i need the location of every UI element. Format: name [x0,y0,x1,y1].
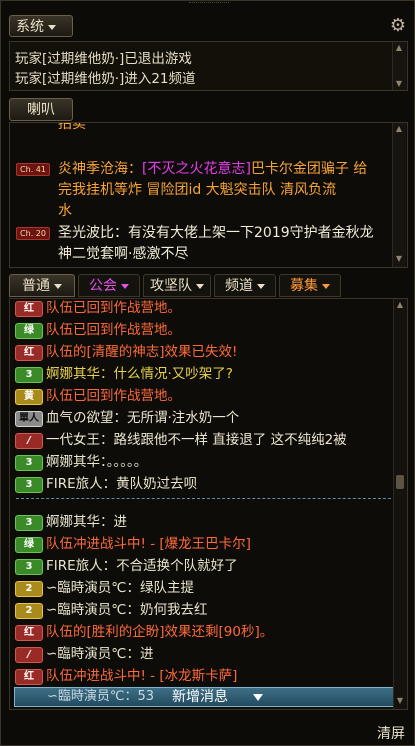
chat-row: 红队伍的[胜利的企盼]效果还剩[90秒]。 [15,623,273,642]
chat-row: 3 FIRE旅人：黄队奶过去呗 [15,475,197,494]
chevron-down-icon [322,283,330,289]
horn-message: 炎神季沧海：[不灭之火花意志]巴卡尔金团骗子 给 [58,161,368,177]
horn-scrollbar[interactable]: ▲ ▼ [392,123,406,267]
tab-normal[interactable]: 普通 [9,274,75,297]
team-badge: 红 [15,625,43,641]
horn-message-box: 拍卖 Ch. 41 炎神季沧海：[不灭之火花意志]巴卡尔金团骗子 给 完我挂机等… [9,122,408,268]
system-tab-label: 系统 [16,19,44,35]
team-badge: 红 [15,345,43,361]
chat-tabbar: 普通 公会 攻坚队 频道 募集 [9,274,408,298]
horn-message-cont: 完我挂机等炸 冒险团id 大魁突击队 清风负流 [58,182,337,198]
system-tab[interactable]: 系统 [9,15,73,37]
scroll-up-icon[interactable]: ▲ [395,300,405,310]
chat-row: 红队伍冲进战斗中! - [冰龙斯卡萨] [15,667,237,686]
chevron-down-icon [196,283,204,289]
channel-number-badge: 3 [15,367,43,383]
tab-guild[interactable]: 公会 [78,274,140,297]
sender-name[interactable]: 炎神季沧海 [58,161,128,177]
tab-recruit[interactable]: 募集 [279,274,341,297]
tab-channel[interactable]: 频道 [214,274,276,297]
chat-row: 绿队伍已回到作战营地。 [15,321,181,340]
chat-row: 黄队伍已回到作战营地。 [15,387,181,406]
horn-partial-line: 拍卖 [58,122,86,132]
scroll-down-icon[interactable]: ▼ [394,254,404,264]
chat-window: 系统 ⚙ 玩家[过期维他奶·]已退出游戏 玩家[过期维他奶·]进入21频道 ▲ … [0,0,415,746]
chat-row: 绿队伍冲进战斗中! - [爆龙王巴卡尔] [15,535,251,554]
channel-number-badge: 3 [15,477,43,493]
unread-divider [16,498,396,499]
solo-badge: 單人 [15,411,43,427]
chat-row: 3 婀娜其华：。。。。。 [15,453,147,472]
arrow-down-icon [253,694,263,701]
chat-row: 3 婀娜其华：什么情况·又吵架了? [15,365,233,384]
channel-number-badge: 3 [15,455,43,471]
chevron-down-icon [48,24,56,30]
scroll-up-icon[interactable]: ▲ [394,43,404,53]
chevron-down-icon [54,283,62,289]
chat-log: 红队伍已回到作战营地。 绿队伍已回到作战营地。 红队伍的[清醒的神志]效果已失效… [9,298,408,710]
drag-grip[interactable] [189,2,229,7]
scroll-down-icon[interactable]: ▼ [394,79,404,89]
scroll-down-icon[interactable]: ▼ [395,696,405,706]
chat-row-partial: ∽臨時演员℃：53 [47,689,155,704]
horn-message: 圣光波比：有没有大佬上架一下2019守护者金秋龙 [58,225,374,241]
channel-number-badge: 3 [15,515,43,531]
team-badge: 红 [15,301,43,317]
team-badge: 绿 [15,323,43,339]
guild-name[interactable]: [不灭之火花意志] [142,161,251,177]
chat-row: 3 婀娜其华：进 [15,513,127,532]
chat-row: 2 ∽臨時演员℃：绿队主提 [15,579,194,598]
system-line: 玩家[过期维他奶·]已退出游戏 [15,51,192,67]
slash-badge: / [15,647,43,663]
system-line: 玩家[过期维他奶·]进入21频道 [15,71,196,87]
system-scrollbar[interactable]: ▲ ▼ [392,42,406,90]
scroll-up-icon[interactable]: ▲ [394,124,404,134]
horn-message-cont: 神二觉套啊·感激不尽 [58,246,189,262]
team-badge: 黄 [15,389,43,405]
clear-screen-button[interactable]: 清屏 [377,723,405,743]
chat-row: / ∽臨時演员℃：进 [15,645,153,664]
chevron-down-icon [121,283,129,289]
chat-row: 單人 血气の欲望：无所谓·注水奶一个 [15,409,239,428]
channel-badge: Ch. 20 [16,227,50,240]
horn-message-cont: 水 [58,203,72,219]
channel-number-badge: 3 [15,559,43,575]
new-messages-label: 新增消息 [172,689,228,705]
scroll-thumb[interactable] [396,475,404,489]
chat-row: / 一代女王：路线跟他不一样 直接退了 这不纯纯2被 [15,431,347,450]
chevron-down-icon [257,283,265,289]
tab-raid-team[interactable]: 攻坚队 [143,274,211,297]
chat-scrollbar[interactable]: ▲ ▼ [393,299,407,709]
horn-tab[interactable]: 喇叭 [9,98,73,121]
team-badge: 绿 [15,537,43,553]
channel-number-badge: 2 [15,581,43,597]
channel-number-badge: 2 [15,603,43,619]
gear-icon[interactable]: ⚙ [389,17,407,35]
slash-badge: / [15,433,43,449]
chat-row: 红队伍的[清醒的神志]效果已失效! [15,343,237,362]
channel-badge: Ch. 41 [16,163,50,176]
chat-row: 3 FIRE旅人：不合适换个队就好了 [15,557,238,576]
new-messages-bar[interactable]: ∽臨時演员℃：53 新增消息 [14,687,394,707]
system-message-box: 玩家[过期维他奶·]已退出游戏 玩家[过期维他奶·]进入21频道 ▲ ▼ [9,41,408,91]
chat-row: 2 ∽臨時演员℃：奶何我去红 [15,601,207,620]
chat-row: 红队伍已回到作战营地。 [15,299,181,318]
team-badge: 红 [15,669,43,685]
